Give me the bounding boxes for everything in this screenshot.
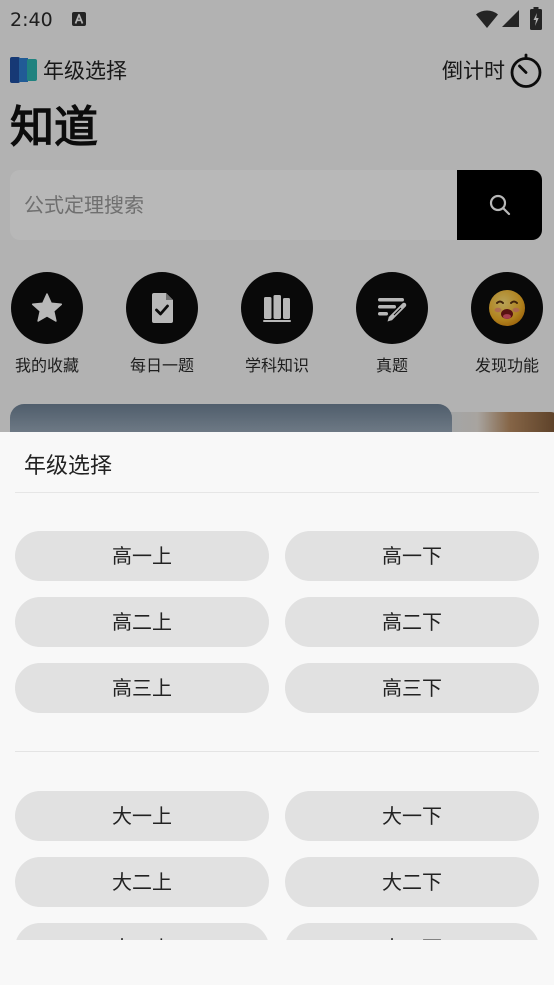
grade-option-button[interactable]: 高二下	[285, 597, 539, 647]
grade-option-button[interactable]: 大三下	[285, 923, 539, 940]
grade-option-button[interactable]: 大一下	[285, 791, 539, 841]
university-group: 大一上 大一下 大二上 大二下 大三上 大三下	[0, 791, 554, 940]
grade-option-button[interactable]: 大一上	[15, 791, 269, 841]
grade-option-button[interactable]: 大三上	[15, 923, 269, 940]
divider	[15, 751, 539, 752]
grade-select-sheet: 年级选择 高一上 高一下 高二上 高二下 高三上 高三下 大一上 大一下 大二上…	[0, 432, 554, 985]
grade-options-list[interactable]: 高一上 高一下 高二上 高二下 高三上 高三下 大一上 大一下 大二上 大二下 …	[0, 493, 554, 940]
high-school-group: 高一上 高一下 高二上 高二下 高三上 高三下	[0, 531, 554, 713]
grade-option-button[interactable]: 高三上	[15, 663, 269, 713]
grade-option-button[interactable]: 大二上	[15, 857, 269, 907]
sheet-title: 年级选择	[24, 454, 113, 479]
grade-option-button[interactable]: 大二下	[285, 857, 539, 907]
grade-option-button[interactable]: 高二上	[15, 597, 269, 647]
grade-option-button[interactable]: 高一上	[15, 531, 269, 581]
grade-option-button[interactable]: 高一下	[285, 531, 539, 581]
grade-option-button[interactable]: 高三下	[285, 663, 539, 713]
